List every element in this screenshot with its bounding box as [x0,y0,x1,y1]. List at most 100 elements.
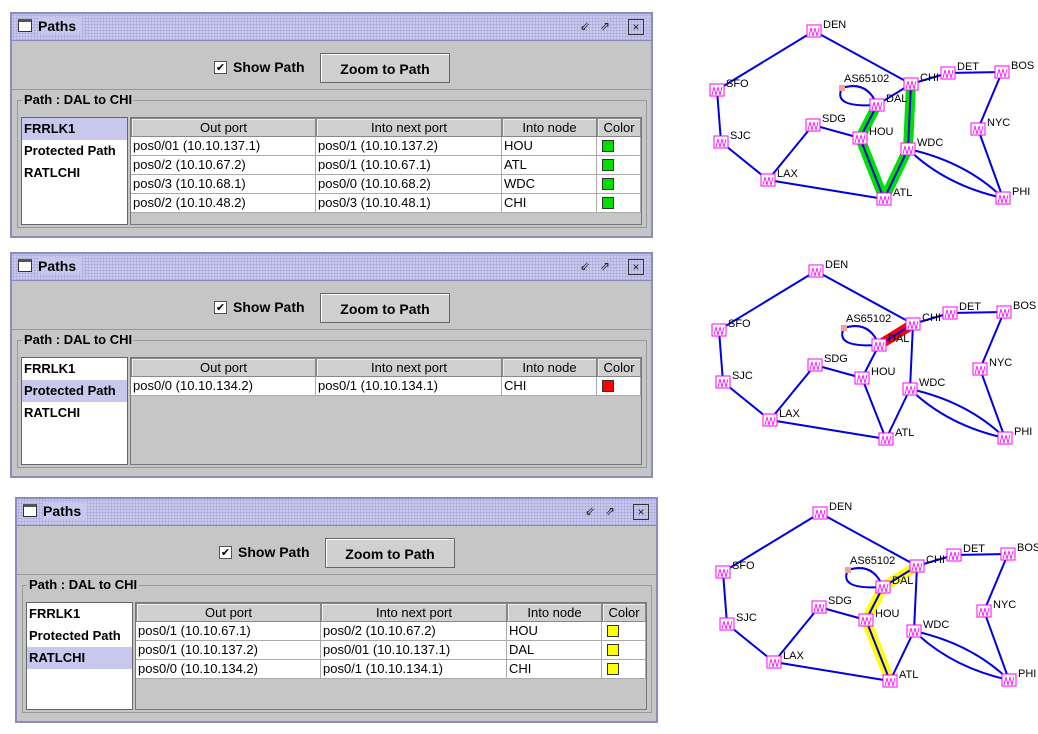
zoom-to-path-button[interactable]: Zoom to Path [320,293,450,323]
node-ATL[interactable] [878,432,894,446]
title-bar[interactable]: Paths ⇙ ⇗ × [12,14,651,41]
node-WDC[interactable] [900,142,916,156]
node-PHI[interactable] [995,191,1011,205]
node-SJC[interactable] [715,375,731,389]
node-DAL[interactable] [869,98,885,112]
path-list[interactable]: FRRLK1 Protected Path RATLCHI [21,117,128,225]
node-DEN[interactable] [808,264,824,278]
node-ATL[interactable] [882,674,898,688]
node-DAL[interactable] [871,338,887,352]
node-HOU[interactable] [852,131,868,145]
table-row[interactable]: pos0/01 (10.10.137.1) pos0/1 (10.10.137.2… [131,137,641,156]
title-bar[interactable]: Paths ⇙ ⇗ × [17,499,656,526]
close-icon[interactable]: × [628,259,644,275]
path-list-item[interactable]: RATLCHI [27,647,132,669]
column-header[interactable]: Out port [131,358,316,377]
node-SDG[interactable] [811,600,827,614]
table-header: Out port Into next port Into node Color [136,603,646,622]
node-PHI[interactable] [997,431,1013,445]
node-AS65102[interactable] [839,85,845,91]
path-list-item[interactable]: FRRLK1 [27,603,132,625]
minimize-icon[interactable]: ⇙ [583,504,597,518]
node-DET[interactable] [942,306,958,320]
table-row[interactable]: pos0/1 (10.10.137.2) pos0/01 (10.10.137.1… [136,641,646,660]
column-header[interactable]: Color [602,603,646,622]
node-AS65102[interactable] [845,567,851,573]
table-row[interactable]: pos0/3 (10.10.68.1) pos0/0 (10.10.68.2) WD… [131,175,641,194]
node-ATL[interactable] [876,192,892,206]
column-header[interactable]: Into next port [316,118,502,137]
node-DAL[interactable] [875,580,891,594]
column-header[interactable]: Into node [502,358,597,377]
column-header[interactable]: Out port [136,603,321,622]
node-SJC[interactable] [713,135,729,149]
node-SJC[interactable] [719,617,735,631]
node-DET[interactable] [946,548,962,562]
path-list-item[interactable]: FRRLK1 [22,118,127,140]
maximize-icon[interactable]: ⇗ [598,19,612,33]
table-row[interactable]: pos0/0 (10.10.134.2) pos0/1 (10.10.134.1)… [131,377,641,396]
zoom-to-path-button[interactable]: Zoom to Path [325,538,455,568]
column-header[interactable]: Color [597,358,641,377]
node-CHI[interactable] [903,77,919,91]
node-NYC[interactable] [976,604,992,618]
path-list[interactable]: FRRLK1 Protected Path RATLCHI [21,357,128,465]
column-header[interactable]: Into node [502,118,597,137]
show-path-label[interactable]: Show Path [238,544,310,560]
minimize-icon[interactable]: ⇙ [578,259,592,273]
node-SFO[interactable] [709,83,725,97]
node-SDG[interactable] [805,118,821,132]
node-CHI[interactable] [905,317,921,331]
node-WDC[interactable] [906,624,922,638]
node-DEN[interactable] [806,24,822,38]
node-DEN[interactable] [812,506,828,520]
table-row[interactable]: pos0/1 (10.10.67.1) pos0/2 (10.10.67.2) HO… [136,622,646,641]
column-header[interactable]: Into node [507,603,602,622]
column-header[interactable]: Into next port [321,603,507,622]
show-path-checkbox[interactable]: ✔ [214,61,227,74]
close-icon[interactable]: × [628,19,644,35]
path-list-item[interactable]: RATLCHI [22,402,127,424]
table-row[interactable]: pos0/2 (10.10.48.2) pos0/3 (10.10.48.1) CH… [131,194,641,213]
node-NYC[interactable] [972,362,988,376]
node-label: DAL [888,333,909,345]
table-row[interactable]: pos0/2 (10.10.67.2) pos0/1 (10.10.67.1) AT… [131,156,641,175]
minimize-icon[interactable]: ⇙ [578,19,592,33]
show-path-checkbox[interactable]: ✔ [214,301,227,314]
path-list-item[interactable]: Protected Path [22,380,127,402]
node-SFO[interactable] [715,565,731,579]
node-DET[interactable] [940,66,956,80]
column-header[interactable]: Into next port [316,358,502,377]
node-HOU[interactable] [854,371,870,385]
node-PHI[interactable] [1001,673,1017,687]
close-icon[interactable]: × [633,504,649,520]
node-NYC[interactable] [970,122,986,136]
node-BOS[interactable] [996,305,1012,319]
path-list-item[interactable]: Protected Path [27,625,132,647]
node-BOS[interactable] [994,65,1010,79]
node-BOS[interactable] [1000,547,1016,561]
table-row[interactable]: pos0/0 (10.10.134.2) pos0/1 (10.10.134.1)… [136,660,646,679]
node-LAX[interactable] [766,655,782,669]
maximize-icon[interactable]: ⇗ [603,504,617,518]
path-list[interactable]: FRRLK1 Protected Path RATLCHI [26,602,133,710]
show-path-label[interactable]: Show Path [233,59,305,75]
node-WDC[interactable] [902,382,918,396]
path-list-item[interactable]: RATLCHI [22,162,127,184]
node-HOU[interactable] [858,613,874,627]
node-LAX[interactable] [760,173,776,187]
column-header[interactable]: Color [597,118,641,137]
node-LAX[interactable] [762,413,778,427]
show-path-label[interactable]: Show Path [233,299,305,315]
path-list-item[interactable]: Protected Path [22,140,127,162]
node-AS65102[interactable] [841,325,847,331]
zoom-to-path-button[interactable]: Zoom to Path [320,53,450,83]
node-CHI[interactable] [909,559,925,573]
column-header[interactable]: Out port [131,118,316,137]
path-list-item[interactable]: FRRLK1 [22,358,127,380]
node-SFO[interactable] [711,323,727,337]
title-bar[interactable]: Paths ⇙ ⇗ × [12,254,651,281]
show-path-checkbox[interactable]: ✔ [219,546,232,559]
node-SDG[interactable] [807,358,823,372]
maximize-icon[interactable]: ⇗ [598,259,612,273]
